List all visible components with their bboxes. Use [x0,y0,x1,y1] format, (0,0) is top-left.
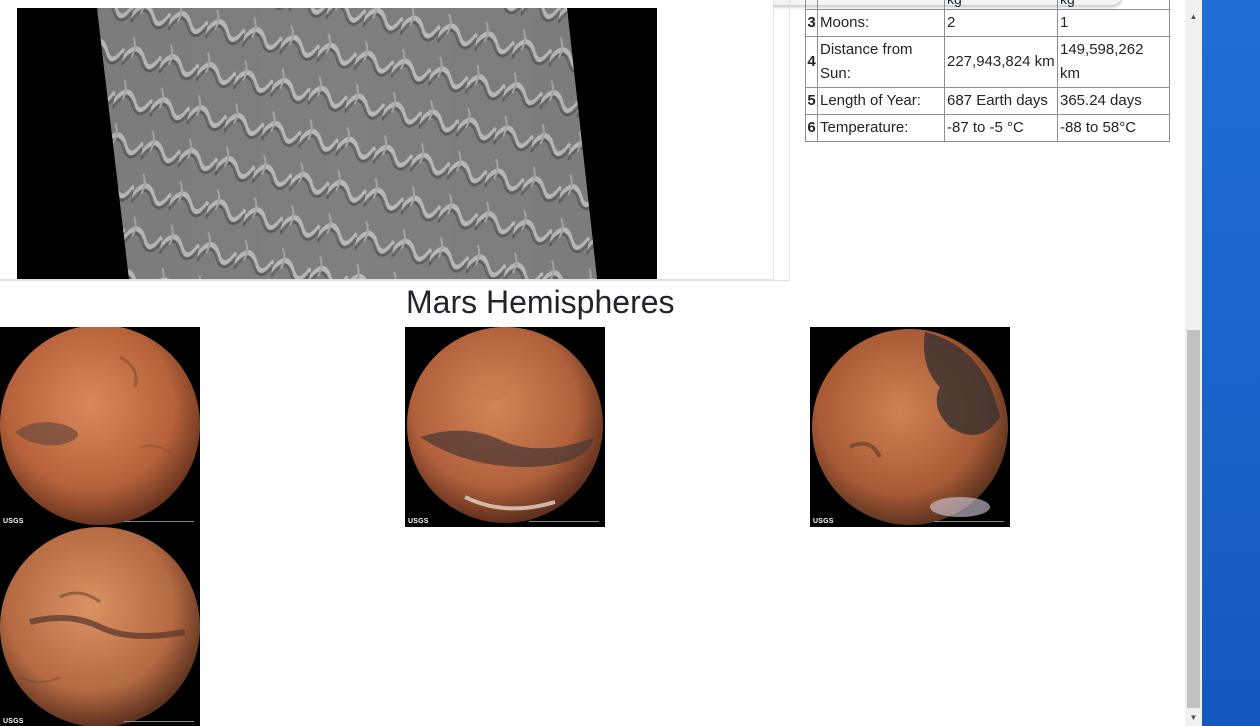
earth-value: 365.24 days [1057,87,1170,115]
mars-globe-icon [0,527,200,726]
hemisphere-image-4[interactable]: USGS [0,527,200,726]
mars-value: 687 Earth days [944,87,1058,115]
hemisphere-image-3[interactable]: USGS [810,327,1010,527]
usgs-logo: USGS [408,518,429,525]
image-credit-line [529,521,599,525]
scroll-up-arrow-icon[interactable]: ▲ [1185,8,1202,25]
table-row: 5 Length of Year: 687 Earth days 365.24 … [805,87,1170,115]
scroll-down-arrow-icon[interactable]: ▼ [1185,709,1202,726]
mars-value-text: kg [947,0,1055,8]
hemispheres-heading: Mars Hemispheres [406,284,675,320]
table-row: 6 Temperature: -87 to -5 °C -88 to 58°C [805,114,1170,142]
browser-viewport: kg kg 3 Moons: 2 1 4 Distance from Sun: … [0,0,1185,726]
row-index: 5 [805,87,818,115]
row-index: 6 [805,114,818,142]
featured-image-frame [0,0,774,280]
row-index: 4 [805,36,818,88]
hemisphere-image-1[interactable]: USGS [0,327,200,527]
usgs-logo: USGS [813,518,834,525]
usgs-logo: USGS [3,518,24,525]
usgs-logo: USGS [3,718,24,725]
fact-description: Length of Year: [817,87,945,115]
mars-value: 227,943,824 km [944,36,1058,88]
desktop-background [1202,0,1260,726]
mars-dunes-image [17,8,657,279]
scrollbar-thumb[interactable] [1187,330,1200,708]
featured-mars-image[interactable] [17,8,657,279]
earth-value: 149,598,262 km [1057,36,1170,88]
mars-globe-icon [407,327,603,523]
fact-description: Temperature: [817,114,945,142]
featured-image-card [0,0,790,281]
table-row: 3 Moons: 2 1 [805,9,1170,37]
image-credit-line [934,521,1004,525]
mars-globe-icon [0,327,200,525]
row-index [805,0,818,10]
earth-value-text: kg [1060,0,1167,8]
mars-facts-table: kg kg 3 Moons: 2 1 4 Distance from Sun: … [805,0,1170,142]
mars-globe-icon [812,329,1008,525]
table-row: 4 Distance from Sun: 227,943,824 km 149,… [805,36,1170,88]
mars-value: kg [944,0,1058,10]
image-credit-line [124,721,194,725]
image-credit-line [124,521,194,525]
earth-value: kg [1057,0,1170,10]
earth-value: 1 [1057,9,1170,37]
hemisphere-image-2[interactable]: USGS [405,327,605,527]
mars-value: 2 [944,9,1058,37]
fact-description: Distance from Sun: [817,36,945,88]
earth-value: -88 to 58°C [1057,114,1170,142]
fact-description: Moons: [817,9,945,37]
table-row: kg kg [805,0,1170,10]
vertical-scrollbar[interactable]: ▲ ▼ [1185,0,1202,726]
row-index: 3 [805,9,818,37]
mars-value: -87 to -5 °C [944,114,1058,142]
fact-description [817,0,945,10]
